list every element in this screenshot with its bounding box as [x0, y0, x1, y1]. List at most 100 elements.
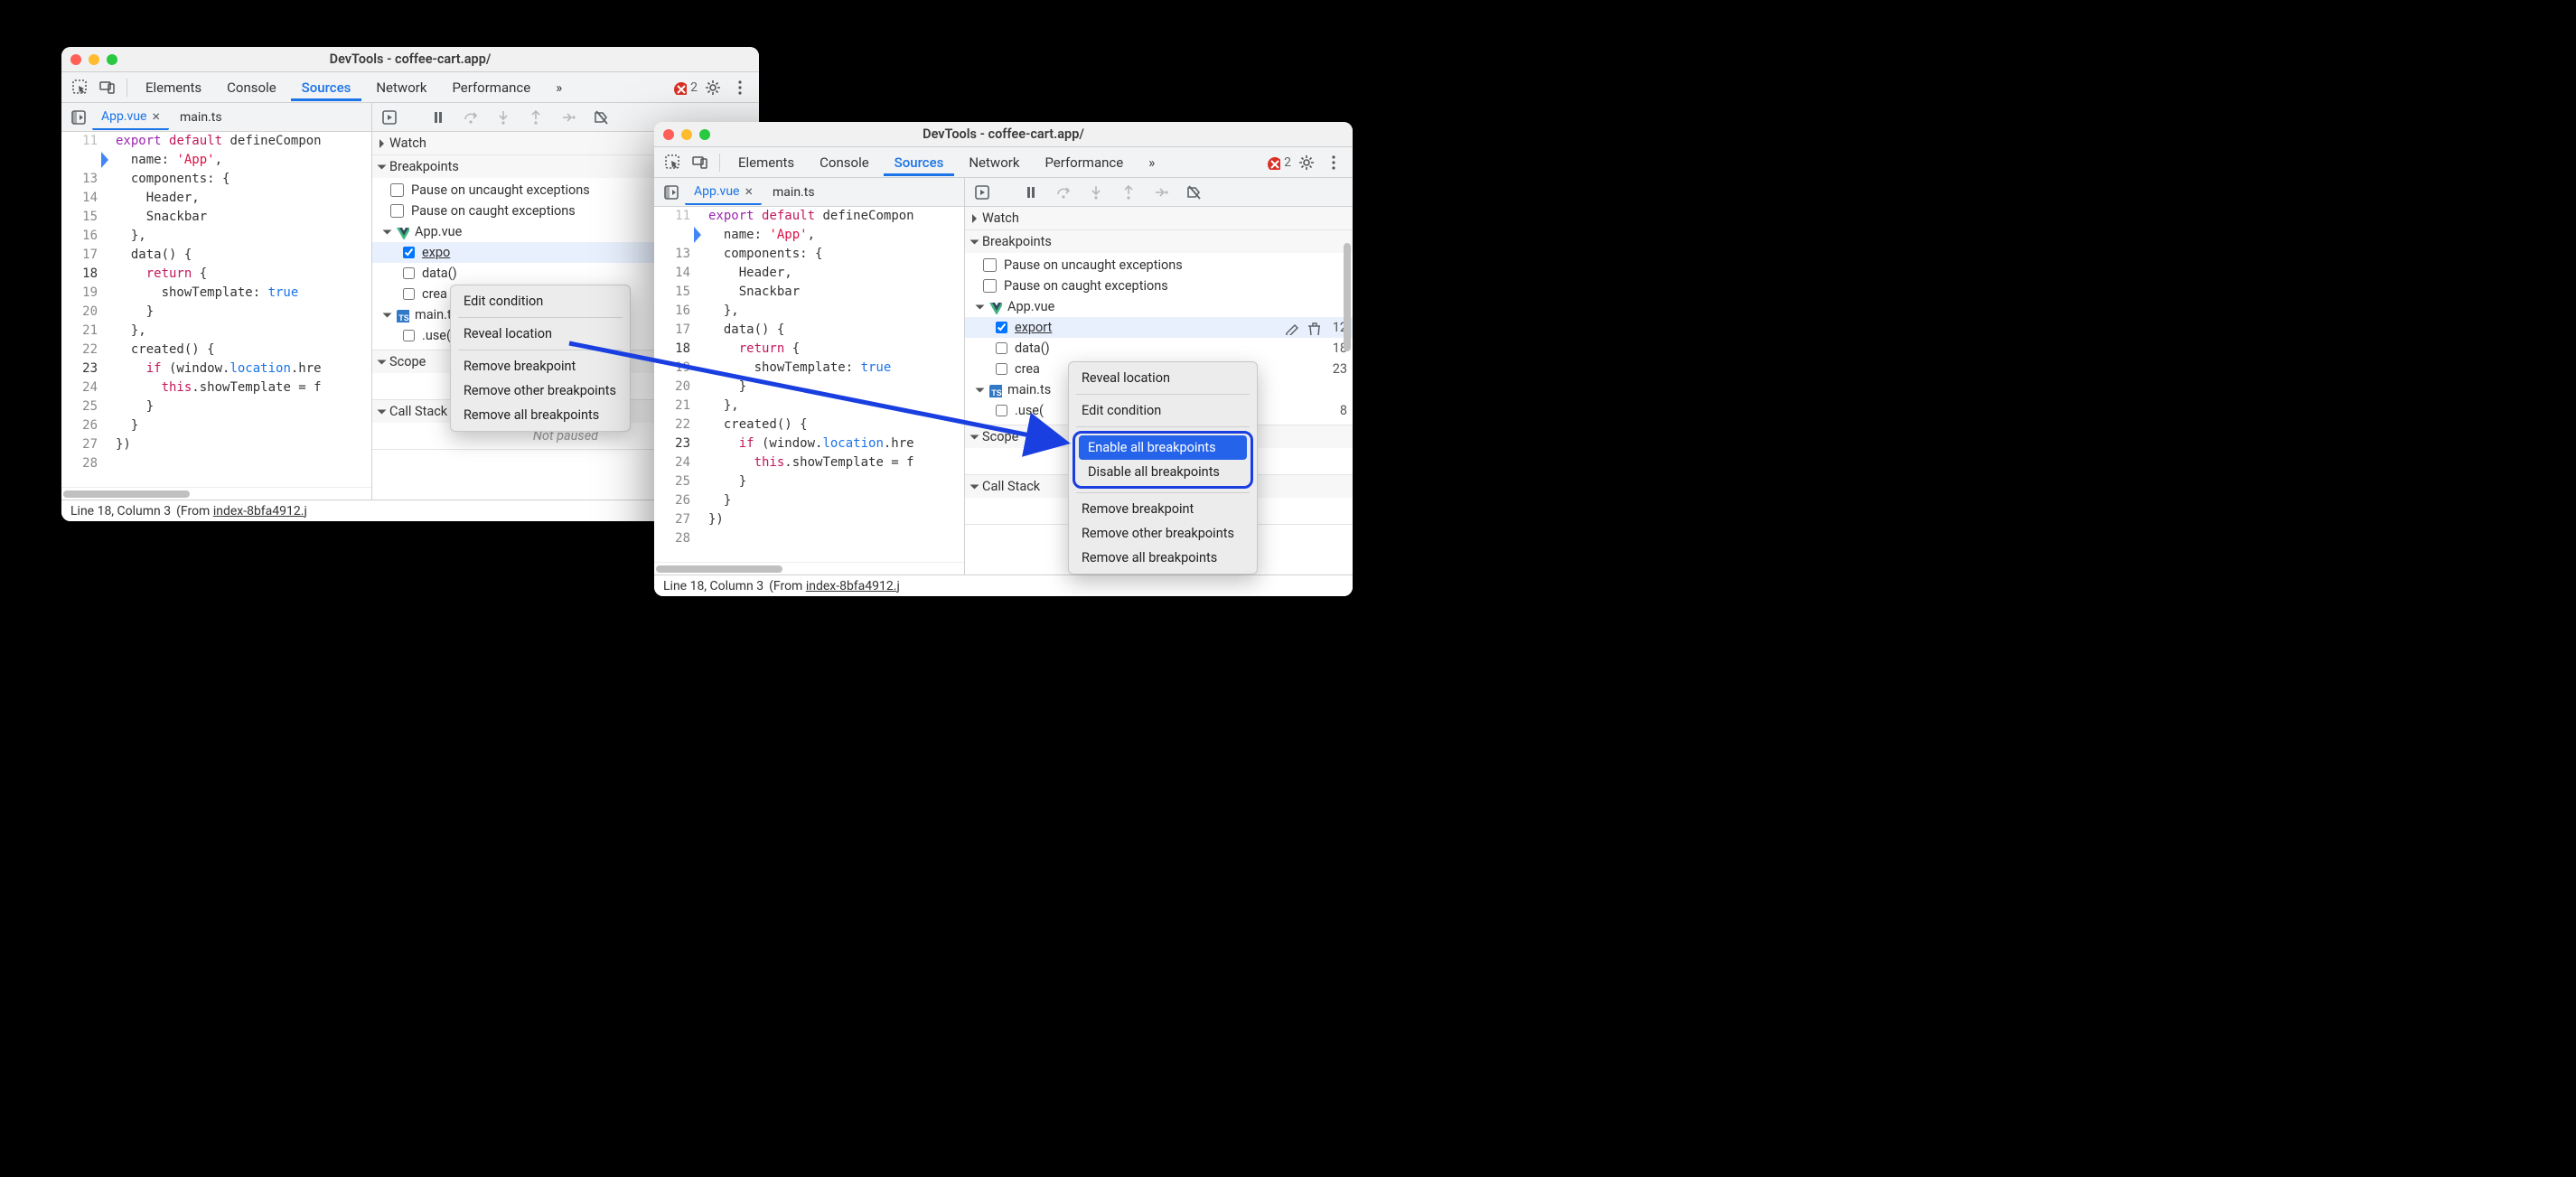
- tab-more[interactable]: »: [1138, 149, 1166, 176]
- trash-icon[interactable]: [1306, 321, 1320, 335]
- ctx-disable-all[interactable]: Disable all breakpoints: [1075, 460, 1251, 484]
- line-number[interactable]: 26: [61, 416, 98, 435]
- code-line[interactable]: },: [708, 302, 964, 321]
- line-number[interactable]: 13: [61, 170, 98, 189]
- code-line[interactable]: }: [116, 416, 371, 435]
- tab-sources[interactable]: Sources: [291, 74, 362, 101]
- ctx-remove-other[interactable]: Remove other breakpoints: [1069, 521, 1257, 546]
- code-line[interactable]: },: [116, 322, 371, 341]
- error-count[interactable]: 2: [672, 80, 698, 95]
- line-number[interactable]: 15: [654, 283, 690, 302]
- step-into-icon[interactable]: [492, 106, 515, 129]
- minimize-button[interactable]: [89, 54, 99, 65]
- ctx-reveal-location[interactable]: Reveal location: [1069, 366, 1257, 390]
- source-link[interactable]: index-8bfa4912.j: [213, 504, 307, 518]
- line-number[interactable]: 21: [654, 397, 690, 416]
- file-tab-appvue[interactable]: App.vue ×: [685, 179, 762, 205]
- code-line[interactable]: }: [708, 378, 964, 397]
- menu-icon[interactable]: [1322, 151, 1345, 174]
- step-out-icon[interactable]: [524, 106, 548, 129]
- settings-icon[interactable]: [1295, 151, 1318, 174]
- code-line[interactable]: Snackbar: [116, 208, 371, 227]
- code-line[interactable]: },: [708, 397, 964, 416]
- watch-header[interactable]: Watch: [965, 207, 1353, 229]
- exec-icon[interactable]: [970, 181, 994, 204]
- code-line[interactable]: Snackbar: [708, 283, 964, 302]
- maximize-button[interactable]: [699, 129, 710, 140]
- code-line[interactable]: }: [708, 472, 964, 491]
- tab-elements[interactable]: Elements: [135, 74, 212, 101]
- code-line[interactable]: if (window.location.hre: [708, 434, 964, 453]
- line-number[interactable]: 20: [654, 378, 690, 397]
- line-number[interactable]: 14: [654, 264, 690, 283]
- file-tab-appvue[interactable]: App.vue ×: [92, 104, 169, 130]
- tab-network[interactable]: Network: [365, 74, 437, 101]
- show-navigator-icon[interactable]: [660, 181, 683, 204]
- line-number[interactable]: 18: [61, 265, 98, 284]
- step-over-icon[interactable]: [459, 106, 482, 129]
- tab-more[interactable]: »: [545, 74, 573, 101]
- line-number[interactable]: 24: [654, 453, 690, 472]
- horizontal-scrollbar[interactable]: [61, 487, 371, 500]
- step-out-icon[interactable]: [1117, 181, 1140, 204]
- line-number[interactable]: 23: [654, 434, 690, 453]
- inspect-icon[interactable]: [69, 76, 92, 99]
- breakpoints-header[interactable]: Breakpoints: [965, 230, 1353, 253]
- line-number[interactable]: 13: [654, 245, 690, 264]
- line-gutter[interactable]: 11 1213141516171819202122232425262728: [61, 132, 103, 487]
- file-tab-maints[interactable]: main.ts: [763, 182, 824, 203]
- code-line[interactable]: showTemplate: true: [116, 284, 371, 303]
- code-editor[interactable]: 11 1213141516171819202122232425262728 ex…: [654, 207, 965, 574]
- step-into-icon[interactable]: [1084, 181, 1108, 204]
- pause-uncaught-checkbox[interactable]: Pause on uncaught exceptions: [965, 255, 1353, 276]
- show-navigator-icon[interactable]: [67, 106, 90, 129]
- line-number[interactable]: 16: [654, 302, 690, 321]
- line-number[interactable]: 28: [654, 529, 690, 548]
- code-line[interactable]: this.showTemplate = f: [116, 378, 371, 397]
- tab-performance[interactable]: Performance: [441, 74, 541, 101]
- code-line[interactable]: created() {: [116, 341, 371, 360]
- line-number[interactable]: 21: [61, 322, 98, 341]
- pause-icon[interactable]: [1019, 181, 1043, 204]
- vertical-scrollbar[interactable]: [1344, 243, 1351, 565]
- exec-icon[interactable]: [378, 106, 401, 129]
- code-line[interactable]: export default defineCompon: [116, 132, 371, 151]
- tab-console[interactable]: Console: [216, 74, 287, 101]
- line-number[interactable]: 28: [61, 454, 98, 473]
- deactivate-bp-icon[interactable]: [589, 106, 613, 129]
- code-line[interactable]: export default defineCompon: [708, 207, 964, 226]
- close-tab-icon[interactable]: ×: [745, 182, 753, 200]
- tab-performance[interactable]: Performance: [1034, 149, 1134, 176]
- maximize-button[interactable]: [107, 54, 117, 65]
- inspect-icon[interactable]: [661, 151, 685, 174]
- line-number[interactable]: 26: [654, 491, 690, 510]
- step-icon[interactable]: [1149, 181, 1173, 204]
- bp-file-appvue[interactable]: App.vue: [965, 296, 1353, 317]
- code-line[interactable]: this.showTemplate = f: [708, 453, 964, 472]
- line-gutter[interactable]: 11 1213141516171819202122232425262728: [654, 207, 696, 562]
- code-line[interactable]: components: {: [116, 170, 371, 189]
- line-number[interactable]: 22: [61, 341, 98, 360]
- code-editor[interactable]: 11 1213141516171819202122232425262728 ex…: [61, 132, 372, 500]
- line-number[interactable]: 27: [61, 435, 98, 454]
- file-tab-maints[interactable]: main.ts: [171, 107, 231, 128]
- deactivate-bp-icon[interactable]: [1182, 181, 1205, 204]
- code-line[interactable]: data() {: [708, 321, 964, 340]
- code-line[interactable]: if (window.location.hre: [116, 360, 371, 378]
- line-number[interactable]: 24: [61, 378, 98, 397]
- device-icon[interactable]: [688, 151, 712, 174]
- device-icon[interactable]: [96, 76, 119, 99]
- ctx-edit-condition[interactable]: Edit condition: [451, 289, 630, 313]
- ctx-remove-breakpoint[interactable]: Remove breakpoint: [451, 354, 630, 378]
- line-number[interactable]: 18: [654, 340, 690, 359]
- step-over-icon[interactable]: [1052, 181, 1075, 204]
- line-number[interactable]: 12: [61, 151, 98, 170]
- tab-console[interactable]: Console: [809, 149, 880, 176]
- code-line[interactable]: },: [116, 227, 371, 246]
- code-line[interactable]: name: 'App',: [708, 226, 964, 245]
- tab-sources[interactable]: Sources: [884, 149, 955, 176]
- line-number[interactable]: 19: [61, 284, 98, 303]
- error-count[interactable]: 2: [1266, 155, 1291, 170]
- close-button[interactable]: [663, 129, 674, 140]
- code-line[interactable]: name: 'App',: [116, 151, 371, 170]
